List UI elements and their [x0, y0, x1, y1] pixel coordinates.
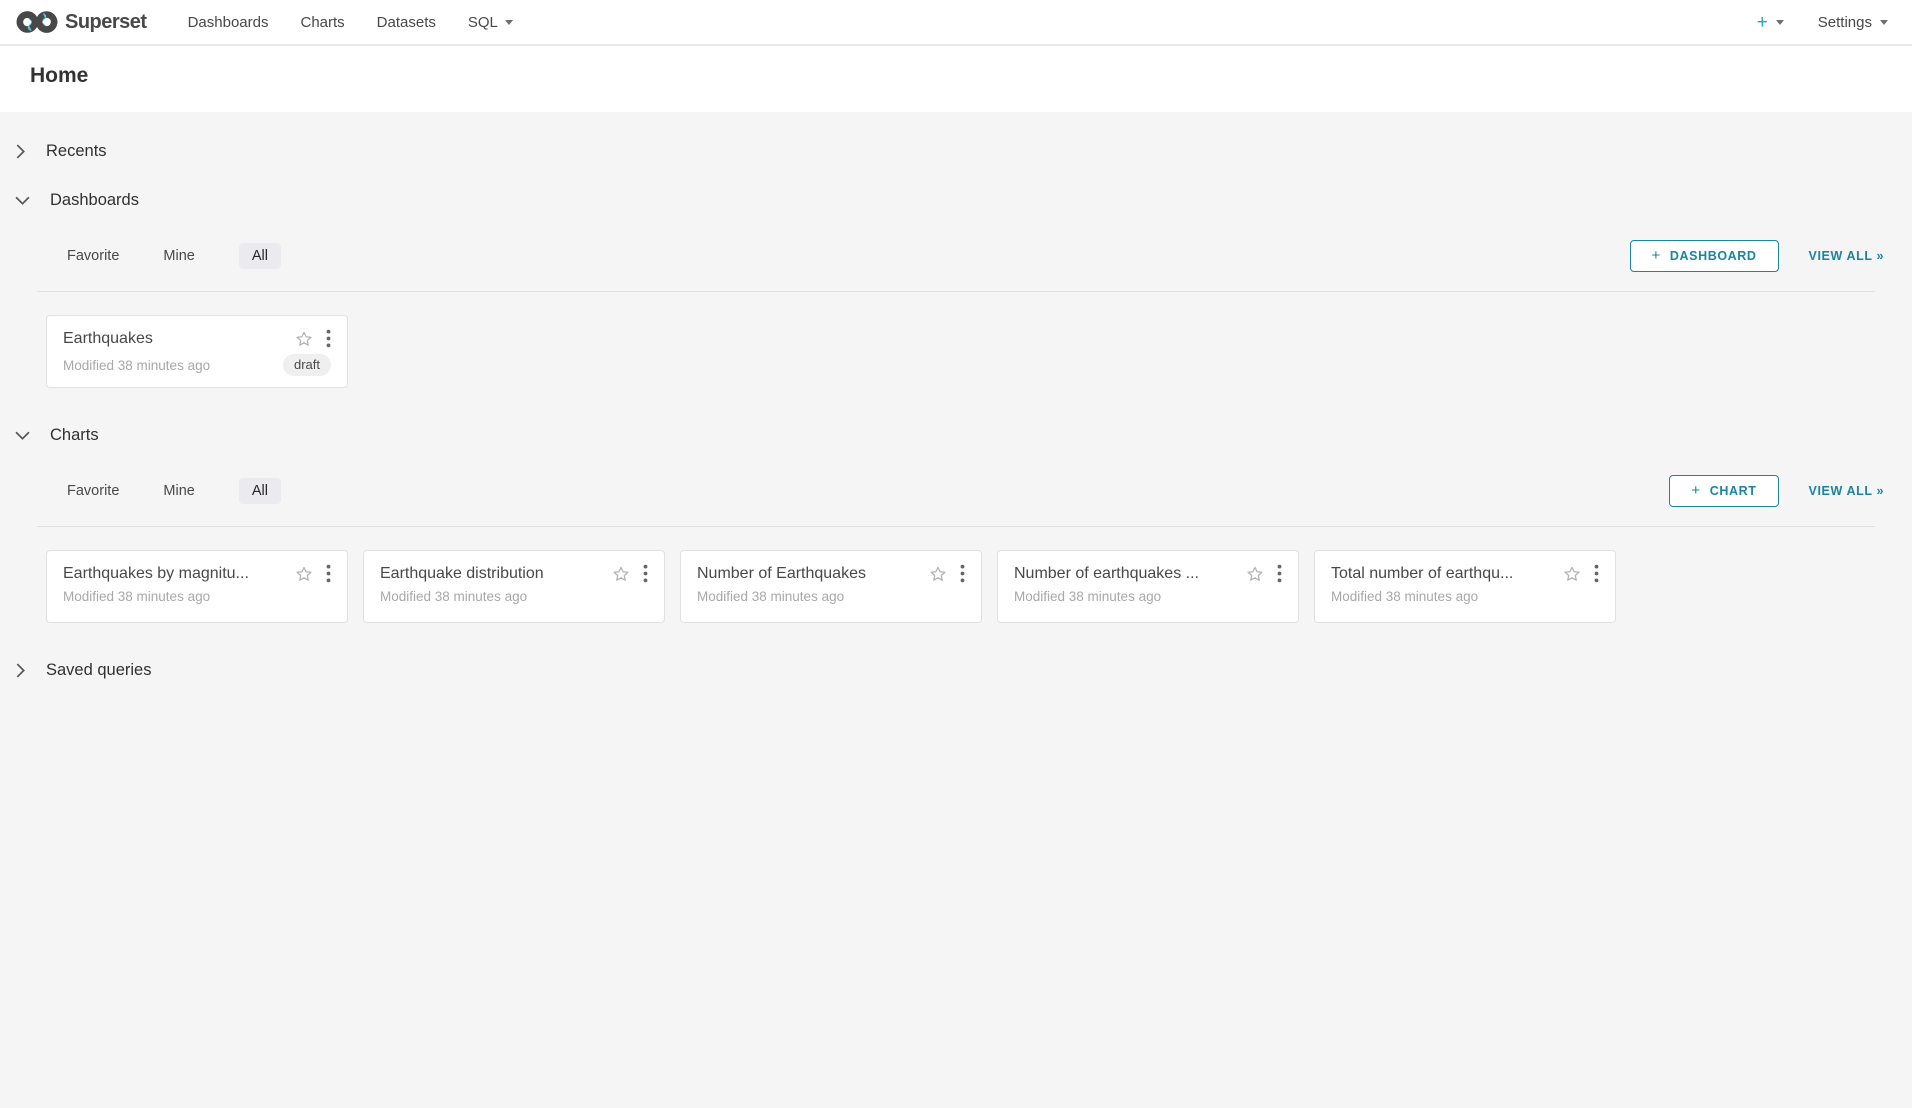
chart-card[interactable]: Earthquake distribution Modified 38 minu…: [363, 550, 665, 623]
chart-card[interactable]: Total number of earthqu... Modified 38 m…: [1314, 550, 1616, 623]
new-dashboard-button[interactable]: + DASHBOARD: [1630, 240, 1779, 272]
favorite-star-icon[interactable]: [929, 565, 947, 583]
tab-favorite[interactable]: Favorite: [67, 243, 119, 269]
new-chart-button[interactable]: + CHART: [1669, 475, 1778, 507]
kebab-menu-icon[interactable]: [960, 564, 965, 583]
dashboard-cards: Earthquakes Modified 38 minutes ago draf…: [46, 315, 1912, 388]
divider: [37, 526, 1875, 527]
caret-down-icon: [505, 20, 513, 25]
section-label: Charts: [50, 426, 99, 445]
chevron-right-icon: [15, 663, 26, 678]
plus-icon: +: [1691, 483, 1700, 498]
tab-all[interactable]: All: [239, 243, 281, 269]
dashboards-tabbar: Favorite Mine All + DASHBOARD VIEW ALL »: [67, 240, 1884, 272]
chart-card[interactable]: Number of earthquakes ... Modified 38 mi…: [997, 550, 1299, 623]
nav-item-dashboards[interactable]: Dashboards: [172, 0, 285, 44]
dashboards-actions: + DASHBOARD VIEW ALL »: [1630, 240, 1884, 272]
section-label: Dashboards: [50, 191, 139, 210]
charts-tabs: Favorite Mine All: [67, 478, 281, 504]
page-title: Home: [30, 64, 1882, 88]
dashboard-card-earthquakes[interactable]: Earthquakes Modified 38 minutes ago draf…: [46, 315, 348, 388]
nav-item-charts[interactable]: Charts: [284, 0, 360, 44]
favorite-star-icon[interactable]: [295, 565, 313, 583]
card-title[interactable]: Earthquakes by magnitu...: [63, 565, 285, 583]
card-title[interactable]: Earthquake distribution: [380, 565, 602, 583]
draft-status-badge: draft: [283, 354, 331, 376]
main-nav: Dashboards Charts Datasets SQL: [172, 0, 529, 44]
brand-name: Superset: [65, 11, 147, 34]
card-modified-text: Modified 38 minutes ago: [63, 589, 331, 604]
charts-view-all-link[interactable]: VIEW ALL »: [1809, 484, 1884, 498]
nav-item-sql[interactable]: SQL: [452, 0, 529, 44]
page-header: Home: [0, 46, 1912, 112]
chevron-down-icon: [15, 430, 30, 441]
kebab-menu-icon[interactable]: [643, 564, 648, 583]
favorite-star-icon[interactable]: [295, 330, 313, 348]
charts-section-header[interactable]: Charts: [0, 426, 1912, 445]
card-title[interactable]: Number of Earthquakes: [697, 565, 919, 583]
superset-logo[interactable]: Superset: [15, 9, 147, 35]
dashboards-view-all-link[interactable]: VIEW ALL »: [1809, 249, 1884, 263]
chart-cards: Earthquakes by magnitu... Modified 38 mi…: [46, 550, 1912, 623]
tab-mine[interactable]: Mine: [163, 243, 194, 269]
card-title[interactable]: Total number of earthqu...: [1331, 565, 1553, 583]
plus-icon: +: [1652, 248, 1661, 263]
charts-actions: + CHART VIEW ALL »: [1669, 475, 1884, 507]
card-modified-text: Modified 38 minutes ago: [63, 358, 283, 373]
kebab-menu-icon[interactable]: [326, 564, 331, 583]
chart-card[interactable]: Earthquakes by magnitu... Modified 38 mi…: [46, 550, 348, 623]
card-modified-text: Modified 38 minutes ago: [697, 589, 965, 604]
navbar-right: + Settings: [1757, 13, 1888, 32]
favorite-star-icon[interactable]: [1246, 565, 1264, 583]
top-navbar: Superset Dashboards Charts Datasets SQL …: [0, 0, 1912, 46]
card-modified-text: Modified 38 minutes ago: [1331, 589, 1599, 604]
dashboards-section-header[interactable]: Dashboards: [0, 191, 1912, 210]
chevron-down-icon: [15, 195, 30, 206]
section-label: Recents: [46, 142, 107, 161]
card-title[interactable]: Earthquakes: [63, 330, 285, 348]
caret-down-icon: [1776, 20, 1784, 25]
tab-mine[interactable]: Mine: [163, 478, 194, 504]
home-content: Recents Dashboards Favorite Mine All + D…: [0, 142, 1912, 720]
chevron-right-icon: [15, 144, 26, 159]
tab-all[interactable]: All: [239, 478, 281, 504]
dashboards-tabs: Favorite Mine All: [67, 243, 281, 269]
chart-card[interactable]: Number of Earthquakes Modified 38 minute…: [680, 550, 982, 623]
tab-favorite[interactable]: Favorite: [67, 478, 119, 504]
favorite-star-icon[interactable]: [612, 565, 630, 583]
superset-infinity-icon: [15, 9, 59, 35]
kebab-menu-icon[interactable]: [1277, 564, 1282, 583]
recents-section-header[interactable]: Recents: [0, 142, 1912, 161]
divider: [37, 291, 1875, 292]
nav-item-datasets[interactable]: Datasets: [361, 0, 452, 44]
section-label: Saved queries: [46, 661, 152, 680]
caret-down-icon: [1880, 20, 1888, 25]
settings-dropdown[interactable]: Settings: [1818, 14, 1888, 31]
new-item-dropdown[interactable]: +: [1757, 13, 1784, 32]
saved-queries-section-header[interactable]: Saved queries: [0, 661, 1912, 680]
kebab-menu-icon[interactable]: [1594, 564, 1599, 583]
favorite-star-icon[interactable]: [1563, 565, 1581, 583]
kebab-menu-icon[interactable]: [326, 329, 331, 348]
card-modified-text: Modified 38 minutes ago: [1014, 589, 1282, 604]
plus-icon: +: [1757, 13, 1768, 32]
card-modified-text: Modified 38 minutes ago: [380, 589, 648, 604]
charts-tabbar: Favorite Mine All + CHART VIEW ALL »: [67, 475, 1884, 507]
card-title[interactable]: Number of earthquakes ...: [1014, 565, 1236, 583]
